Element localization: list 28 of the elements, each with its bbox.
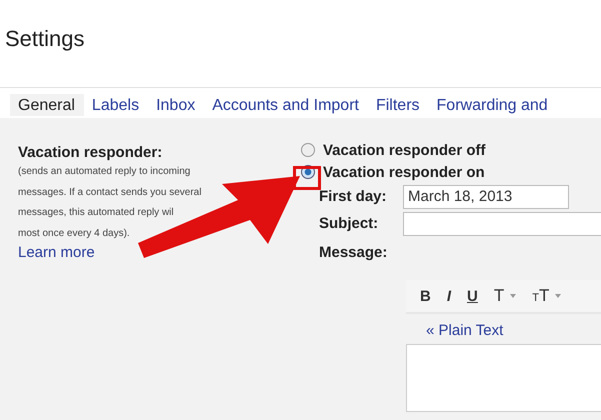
plain-text-link[interactable]: « Plain Text xyxy=(426,322,504,339)
option-label: Vacation responder off xyxy=(323,142,486,158)
input-field[interactable] xyxy=(403,212,601,236)
message-editor[interactable] xyxy=(406,344,601,412)
settings-tab[interactable]: Filters xyxy=(368,94,429,116)
format-button[interactable]: TT xyxy=(530,286,564,306)
section-heading: Vacation responder: xyxy=(18,144,164,161)
format-button[interactable]: B xyxy=(418,288,433,304)
settings-tab[interactable]: Labels xyxy=(84,94,148,116)
description-text: messages. If a contact sends you several xyxy=(18,186,202,200)
settings-tab[interactable]: General xyxy=(10,94,84,116)
field-label: Message: xyxy=(319,244,388,261)
format-button[interactable]: T xyxy=(492,286,518,306)
settings-tab[interactable]: Forwarding and xyxy=(428,94,557,116)
field-label: Subject: xyxy=(319,215,380,232)
learn-more-link[interactable]: Learn more xyxy=(18,244,95,261)
format-button[interactable]: U xyxy=(465,288,480,304)
option-label: Vacation responder on xyxy=(323,164,485,180)
description-text: messages, this automated reply wil xyxy=(18,206,174,220)
description-text: (sends an automated reply to incoming xyxy=(18,165,190,179)
page-title: Settings xyxy=(5,26,84,52)
field-label: First day: xyxy=(319,188,388,205)
format-button[interactable]: I xyxy=(444,288,454,304)
radio-button[interactable] xyxy=(301,143,315,157)
description-text: most once every 4 days). xyxy=(18,226,130,240)
input-field[interactable]: March 18, 2013 xyxy=(403,184,569,208)
settings-tab[interactable]: Inbox xyxy=(148,94,204,116)
settings-tab[interactable]: Accounts and Import xyxy=(204,94,368,116)
